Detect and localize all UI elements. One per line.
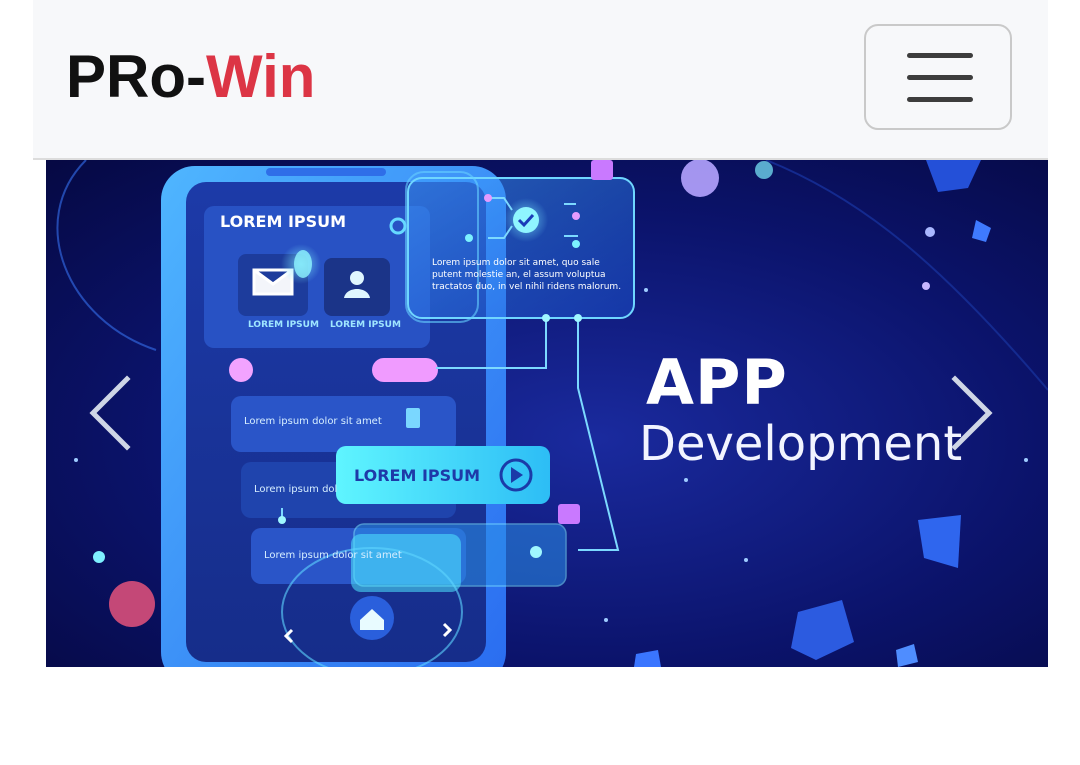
brand-logo[interactable]: PRo-Win [66, 44, 315, 110]
phone-list-row: Lorem ipsum dolor sit amet [264, 550, 402, 561]
panel-text: tractatos duo, in vel nihil ridens malor… [432, 282, 622, 292]
chevron-right-icon [951, 375, 993, 451]
phone-tile-label: LOREM IPSUM [248, 320, 319, 330]
phone-tile-label: LOREM IPSUM [330, 320, 401, 330]
navbar: PRo-Win [33, 0, 1048, 160]
panel-text: putent molestie an, el assum voluptua [432, 270, 606, 280]
phone-list-row: Lorem ipsum dolor sit amet [244, 416, 382, 427]
carousel-prev-button[interactable] [81, 365, 151, 455]
chevron-left-icon [89, 375, 131, 451]
hero-carousel: LOREM IPSUM LOREM IPSUM LOREM IPSUM Lore… [46, 160, 1048, 667]
brand-accent: Win [205, 43, 316, 110]
carousel-next-button[interactable] [941, 365, 1011, 455]
phone-list-row: Lorem ipsum dolor sit amet [254, 484, 338, 495]
slide-subtitle: Development [639, 416, 963, 472]
navbar-toggle-button[interactable] [864, 24, 1012, 130]
slide-title: APP [646, 346, 788, 419]
phone-header-text: LOREM IPSUM [220, 212, 347, 231]
panel-text: Lorem ipsum dolor sit amet, quo sale [432, 258, 600, 268]
slide-illustration [46, 160, 1048, 667]
phone-button-text: LOREM IPSUM [354, 466, 481, 485]
brand-prefix: PRo- [66, 43, 206, 110]
